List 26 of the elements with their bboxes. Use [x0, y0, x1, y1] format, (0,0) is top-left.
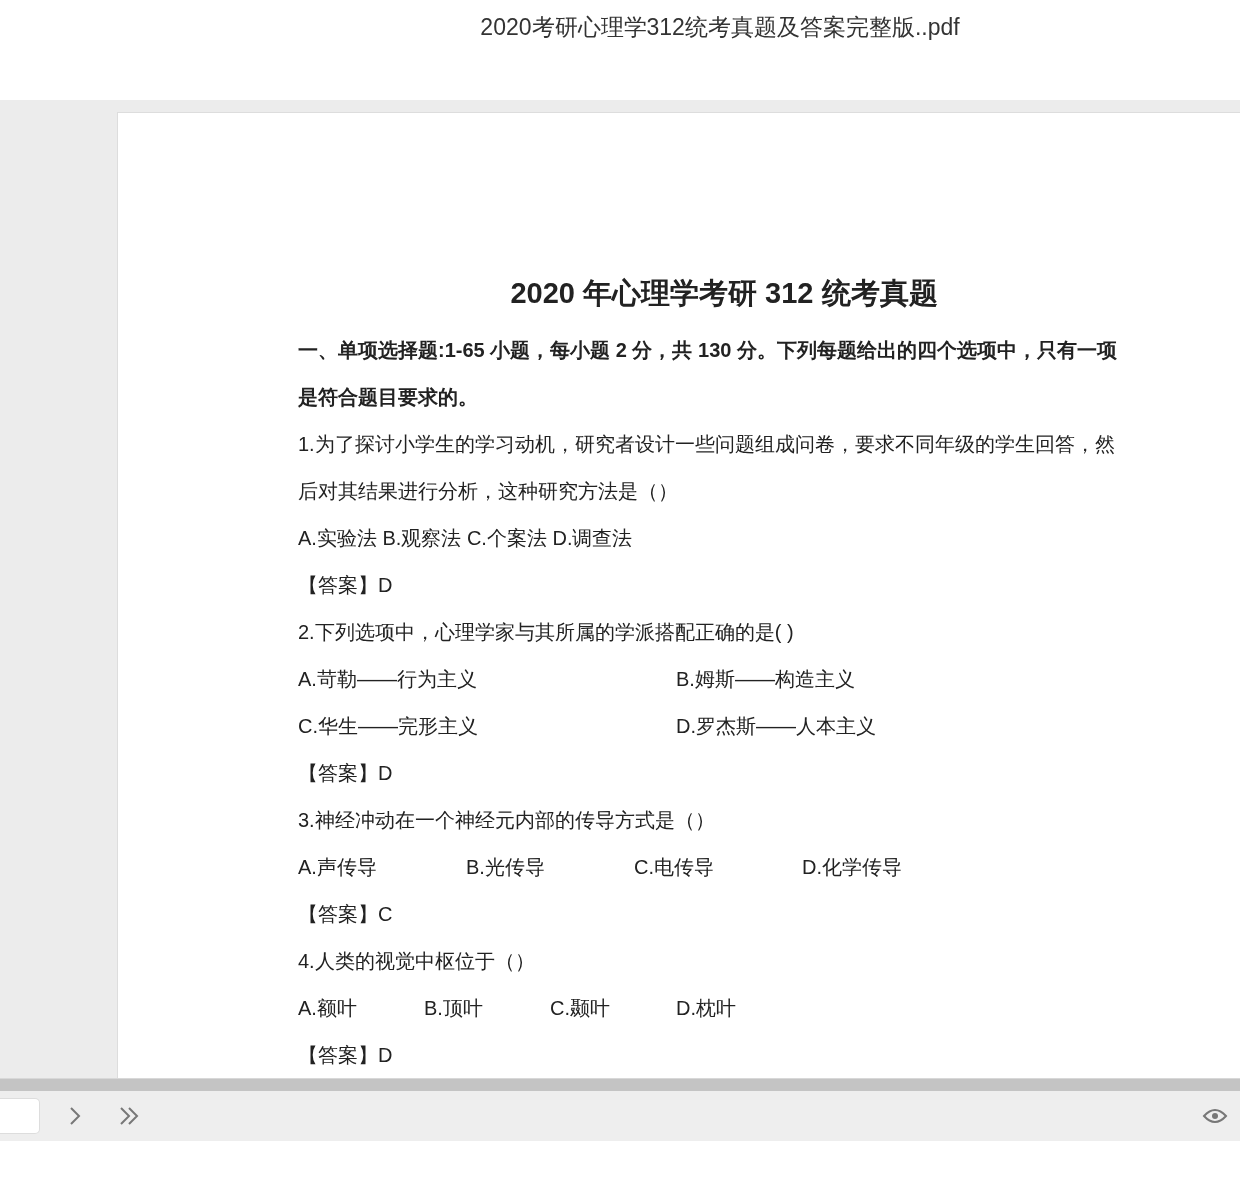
answer-option: B.顶叶 — [424, 985, 550, 1032]
question-text: 1.为了探讨小学生的学习动机，研究者设计一些问题组成问卷，要求不同年级的学生回答，然后对其结果进行分析，这种研究方法是（） — [298, 432, 1116, 504]
eye-icon[interactable] — [1202, 1107, 1228, 1125]
answer-option: B.光传导 — [466, 844, 634, 891]
answer-option: D.化学传导 — [802, 844, 970, 891]
answer-option: A.实验法 B.观察法 C.个案法 D.调查法 — [298, 515, 1130, 562]
answer-key: 【答案】D — [298, 562, 1130, 609]
answer-option: A.声传导 — [298, 844, 466, 891]
section-instructions: 一、单项选择题:1-65 小题，每小题 2 分，共 130 分。下列每题给出的四个选项中，只有一项是符合题目要求的。 — [298, 338, 1118, 410]
answer-option: A.苛勒——行为主义 — [298, 656, 676, 703]
answer-option: D.枕叶 — [676, 985, 802, 1032]
question-text: 2.下列选项中，心理学家与其所属的学派搭配正确的是( ) — [298, 620, 795, 645]
answer-key: 【答案】C — [298, 891, 1130, 938]
answer-option: C.电传导 — [634, 844, 802, 891]
answer-option: A.额叶 — [298, 985, 424, 1032]
question-text: 3.神经冲动在一个神经元内部的传导方式是（） — [298, 808, 716, 833]
answer-option: C.颞叶 — [550, 985, 676, 1032]
answer-option: B.姆斯——构造主义 — [676, 656, 1054, 703]
answer-option: C.华生——完形主义 — [298, 703, 676, 750]
answer-option: D.罗杰斯——人本主义 — [676, 703, 1054, 750]
answer-key: 【答案】D — [298, 750, 1130, 797]
page-heading: 2020 年心理学考研 312 统考真题 — [509, 276, 939, 311]
answer-key: 【答案】D — [298, 1032, 1130, 1078]
question-text: 4.人类的视觉中枢位于（） — [298, 949, 536, 974]
document-title: 2020考研心理学312统考真题及答案完整版..pdf — [480, 13, 960, 42]
page-number-field[interactable] — [0, 1098, 40, 1134]
